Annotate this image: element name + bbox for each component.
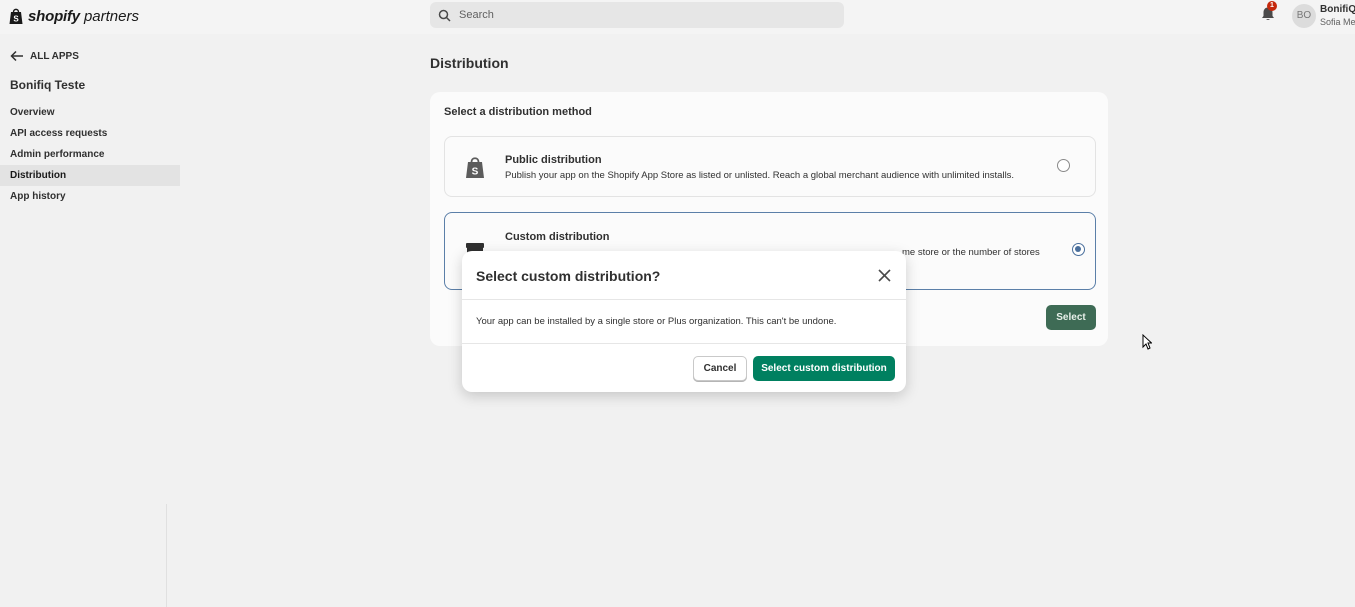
modal-body: Your app can be installed by a single st…: [476, 316, 837, 327]
arrow-left-icon: [10, 50, 23, 62]
shopify-bag-icon: S: [9, 8, 23, 24]
brand-sub: partners: [83, 7, 139, 25]
public-distribution-radio[interactable]: [1057, 159, 1070, 172]
svg-text:S: S: [472, 167, 479, 178]
custom-distribution-radio[interactable]: [1072, 243, 1085, 256]
public-distribution-title: Public distribution: [505, 154, 602, 166]
all-apps-link[interactable]: ALL APPS: [10, 50, 79, 62]
notification-badge: 1: [1267, 1, 1277, 11]
search-bar[interactable]: [430, 2, 844, 28]
sidebar-item-distribution[interactable]: Distribution: [0, 165, 180, 186]
sidebar-item-api-access-requests[interactable]: API access requests: [0, 123, 180, 144]
close-icon[interactable]: [877, 268, 892, 283]
svg-text:S: S: [13, 15, 19, 24]
sidebar-divider: [166, 504, 167, 607]
user-name[interactable]: BonifiQ: [1320, 4, 1355, 15]
public-distribution-option[interactable]: S Public distribution Publish your app o…: [444, 136, 1096, 197]
shopify-bag-icon: S: [466, 157, 484, 178]
custom-distribution-description: me store or the number of stores: [902, 247, 1040, 258]
sidebar: ALL APPS Bonifiq Teste Overview API acce…: [0, 34, 180, 607]
top-bar: S shopify partners 1 BO BonifiQ Sofia Me…: [0, 0, 1355, 34]
cancel-button[interactable]: Cancel: [693, 356, 747, 381]
modal-divider: [462, 343, 906, 344]
public-distribution-description: Publish your app on the Shopify App Stor…: [505, 170, 1015, 181]
brand-name: shopify: [28, 7, 80, 25]
search-input[interactable]: [457, 8, 817, 22]
search-icon: [438, 9, 451, 22]
avatar[interactable]: BO: [1292, 4, 1316, 28]
sidebar-item-app-history[interactable]: App history: [0, 186, 180, 207]
sidebar-item-admin-performance[interactable]: Admin performance: [0, 144, 180, 165]
card-heading: Select a distribution method: [444, 106, 592, 118]
select-button[interactable]: Select: [1046, 305, 1096, 330]
custom-distribution-title: Custom distribution: [505, 231, 610, 243]
select-custom-distribution-button[interactable]: Select custom distribution: [753, 356, 895, 381]
confirm-modal: Select custom distribution? Your app can…: [462, 251, 906, 392]
user-subtitle: Sofia Mel: [1320, 17, 1355, 27]
sidebar-nav: Overview API access requests Admin perfo…: [0, 102, 180, 207]
modal-divider: [462, 299, 906, 300]
sidebar-item-overview[interactable]: Overview: [0, 102, 180, 123]
mouse-cursor-icon: [1142, 334, 1152, 350]
modal-title: Select custom distribution?: [476, 268, 661, 284]
shopify-partners-logo[interactable]: S shopify partners: [8, 5, 139, 27]
all-apps-label: ALL APPS: [30, 50, 79, 62]
page-title: Distribution: [430, 55, 509, 71]
app-name: Bonifiq Teste: [10, 78, 86, 92]
